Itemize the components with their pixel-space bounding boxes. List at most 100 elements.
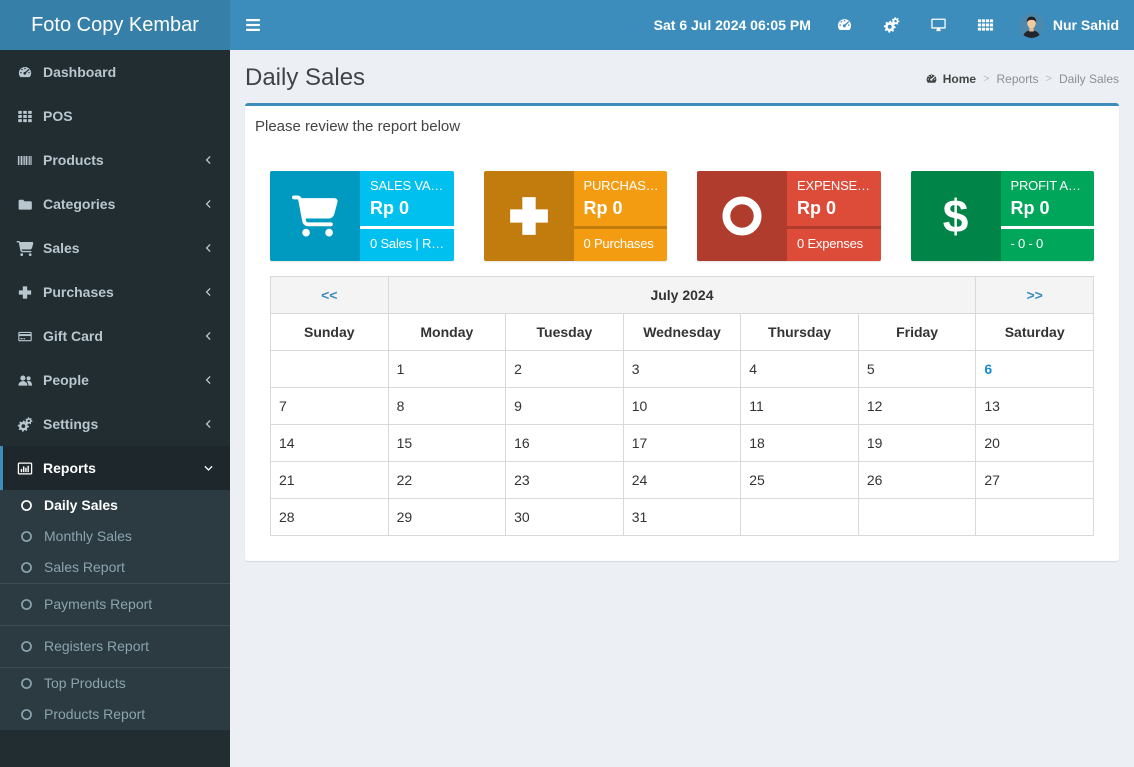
navbar-desktop-icon[interactable] — [915, 0, 962, 50]
hamburger-icon — [246, 19, 260, 31]
calendar-day: 22 — [388, 462, 506, 499]
calendar-day-today[interactable]: 6 — [976, 351, 1094, 388]
users-icon — [15, 373, 35, 388]
sidebar-item-sales[interactable]: Sales — [0, 226, 230, 270]
circle-o-icon — [20, 561, 33, 574]
navbar-tachometer-icon[interactable] — [821, 0, 868, 50]
calendar-day: 11 — [741, 388, 859, 425]
breadcrumb-daily-sales: Daily Sales — [1059, 72, 1119, 86]
info-box-title: PROFIT A… — [1011, 176, 1085, 196]
info-box-value: Rp 0 — [370, 196, 444, 221]
folder-icon — [15, 197, 35, 212]
calendar-day-empty — [741, 499, 859, 536]
calendar-day: 19 — [858, 425, 976, 462]
top-navbar: Sat 6 Jul 2024 06:05 PM — [230, 0, 1134, 50]
calendar-day: 30 — [506, 499, 624, 536]
main-header: Foto Copy Kembar Sat 6 Jul 2024 06:05 PM — [0, 0, 1134, 50]
sidebar-item-settings[interactable]: Settings — [0, 402, 230, 446]
sidebar-item-label: Reports — [43, 460, 96, 476]
calendar-day: 18 — [741, 425, 859, 462]
weekday-saturday: Saturday — [976, 314, 1094, 351]
submenu-item-monthly-sales[interactable]: Monthly Sales — [0, 521, 230, 552]
submenu-item-label: Registers Report — [44, 636, 149, 657]
calendar-day: 20 — [976, 425, 1094, 462]
sidebar-item-products[interactable]: Products — [0, 138, 230, 182]
breadcrumb: Home Reports Daily Sales — [925, 72, 1119, 86]
circle-o-icon — [20, 677, 33, 690]
sidebar-item-categories[interactable]: Categories — [0, 182, 230, 226]
user-menu[interactable]: Nur Sahid — [1009, 0, 1119, 50]
info-box-expense: EXPENSE…Rp 00 Expenses — [697, 171, 881, 261]
breadcrumb-reports[interactable]: Reports — [997, 72, 1039, 86]
submenu-item-daily-sales[interactable]: Daily Sales — [0, 490, 230, 521]
info-box-description: - 0 - 0 — [1011, 234, 1085, 254]
chevron-left-icon — [203, 374, 214, 386]
content-wrapper: Daily Sales HomeReportsDaily Sales Pleas… — [230, 50, 1134, 767]
daily-sales-calendar: <<July 2024>>SundayMondayTuesdayWednesda… — [270, 276, 1094, 536]
info-box-description: 0 Sales | R… — [370, 234, 444, 254]
navbar-grid-icon[interactable] — [962, 0, 1009, 50]
sidebar-item-dashboard[interactable]: Dashboard — [0, 50, 230, 94]
calendar-day: 2 — [506, 351, 624, 388]
weekday-monday: Monday — [388, 314, 506, 351]
sidebar-item-label: Sales — [43, 240, 80, 256]
ring-icon — [697, 171, 787, 261]
dollar-icon: $ — [911, 171, 1001, 261]
calendar-day: 21 — [271, 462, 389, 499]
sidebar-item-label: Dashboard — [43, 64, 116, 80]
sidebar-toggle-button[interactable] — [230, 0, 275, 50]
submenu-item-products-report[interactable]: Products Report — [0, 699, 230, 730]
chevron-left-icon — [203, 286, 214, 298]
cart-icon — [15, 241, 35, 256]
calendar-week-row: 123456 — [271, 351, 1094, 388]
circle-o-icon — [20, 708, 33, 721]
calendar-prev-button[interactable]: << — [321, 287, 337, 303]
circle-o-icon — [20, 598, 33, 611]
sidebar-item-purchases[interactable]: Purchases — [0, 270, 230, 314]
sidebar-item-gift-card[interactable]: Gift Card — [0, 314, 230, 358]
weekday-sunday: Sunday — [271, 314, 389, 351]
plus-icon — [15, 285, 35, 300]
submenu-item-label: Top Products — [44, 673, 126, 694]
sidebar-item-label: Purchases — [43, 284, 114, 300]
sidebar-item-reports[interactable]: Reports — [0, 446, 230, 490]
calendar-next-button[interactable]: >> — [1027, 287, 1043, 303]
info-box-progress — [1001, 226, 1095, 229]
summary-row: SALES VA…Rp 00 Sales | R…PURCHAS…Rp 00 P… — [255, 171, 1109, 276]
calendar-day-empty — [976, 499, 1094, 536]
info-box-title: PURCHAS… — [584, 176, 658, 196]
sidebar-item-pos[interactable]: POS — [0, 94, 230, 138]
calendar-day: 25 — [741, 462, 859, 499]
grid-icon — [977, 17, 994, 33]
brand-logo[interactable]: Foto Copy Kembar — [0, 0, 230, 50]
chevron-left-icon — [203, 198, 214, 210]
calendar-week-row: 28293031 — [271, 499, 1094, 536]
calendar-day: 9 — [506, 388, 624, 425]
chevron-left-icon — [203, 418, 214, 430]
submenu-item-registers-report[interactable]: Registers Report — [0, 626, 230, 667]
sidebar-item-label: Products — [43, 152, 104, 168]
navbar-datetime: Sat 6 Jul 2024 06:05 PM — [644, 0, 821, 50]
calendar-day: 28 — [271, 499, 389, 536]
calendar-day: 12 — [858, 388, 976, 425]
sidebar-item-people[interactable]: People — [0, 358, 230, 402]
sidebar-item-label: Gift Card — [43, 328, 103, 344]
cogs-icon — [15, 417, 35, 432]
reports-submenu: Daily Sales Monthly Sales Sales ReportPaym… — [0, 490, 230, 730]
th-icon — [15, 109, 35, 124]
calendar-day: 24 — [623, 462, 741, 499]
info-box-title: SALES VA… — [370, 176, 444, 196]
submenu-item-label: Monthly Sales — [44, 526, 132, 547]
calendar-month-label: July 2024 — [388, 277, 976, 314]
info-box-progress — [574, 226, 668, 229]
breadcrumb-home[interactable]: Home — [925, 72, 976, 86]
submenu-item-sales-report[interactable]: Sales Report — [0, 552, 230, 583]
chevron-left-icon — [203, 242, 214, 254]
info-box-title: EXPENSE… — [797, 176, 871, 196]
info-box-value: Rp 0 — [584, 196, 658, 221]
info-box-description: 0 Expenses — [797, 234, 871, 254]
calendar-day: 13 — [976, 388, 1094, 425]
navbar-cogs-icon[interactable] — [868, 0, 915, 50]
submenu-item-top-products[interactable]: Top Products — [0, 668, 230, 699]
submenu-item-payments-report[interactable]: Payments Report — [0, 584, 230, 625]
